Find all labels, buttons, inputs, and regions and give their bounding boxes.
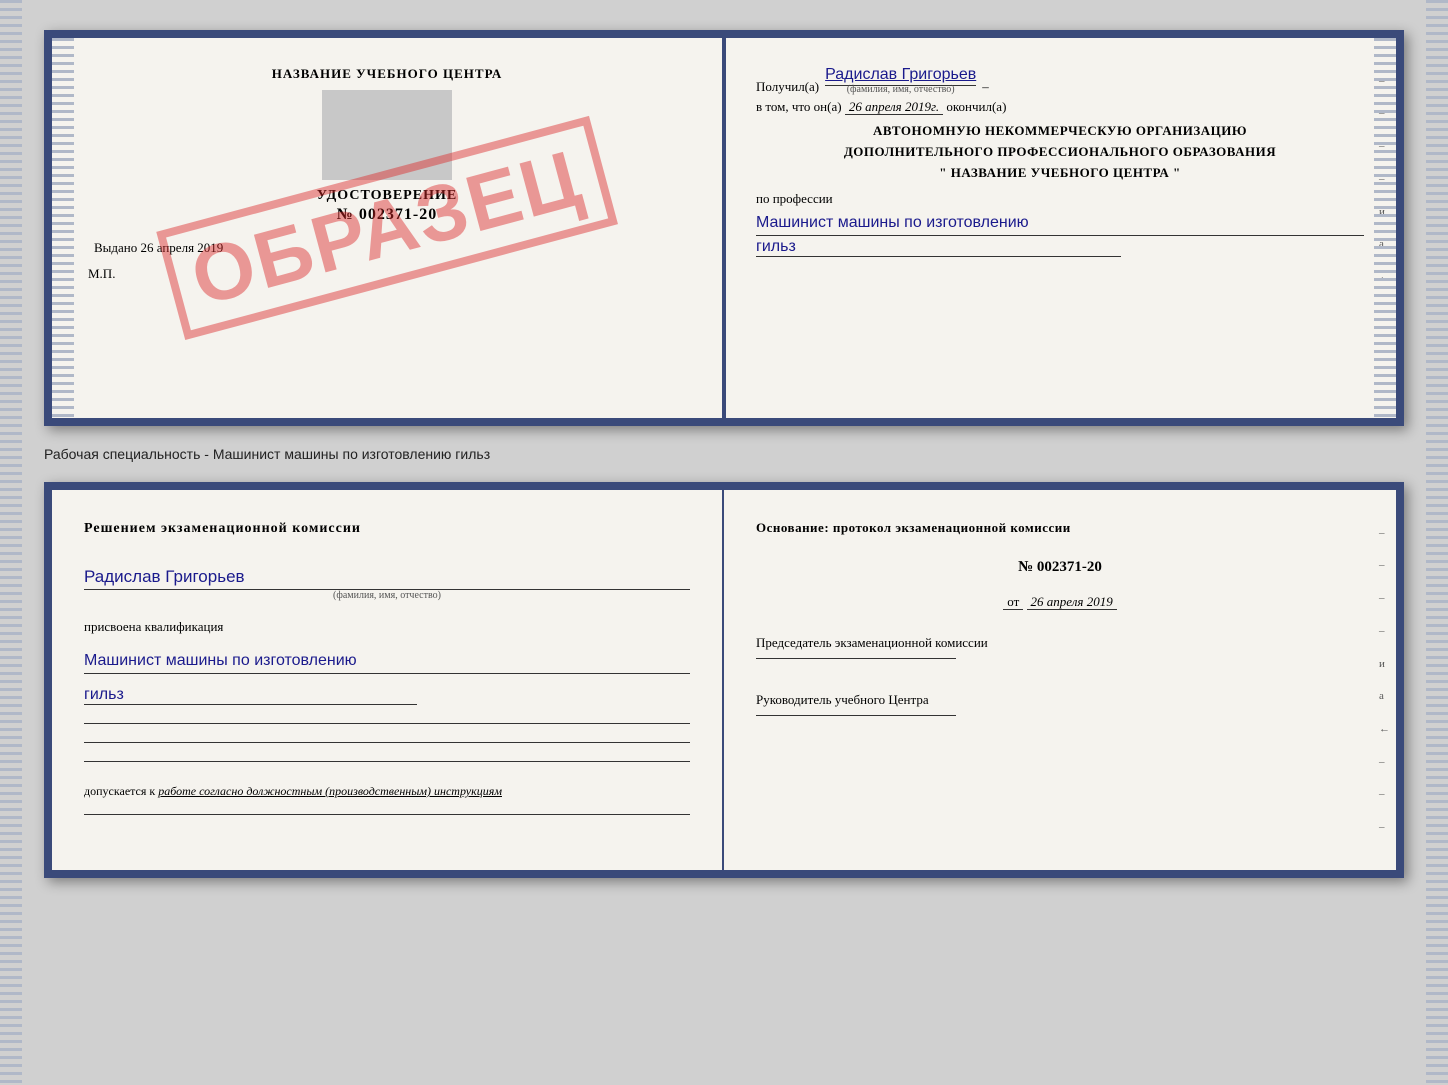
org-block: АВТОНОМНУЮ НЕКОММЕРЧЕСКУЮ ОРГАНИЗАЦИЮ ДО… xyxy=(756,121,1364,183)
received-label: Получил(а) xyxy=(756,79,819,95)
qual-line2: гильз xyxy=(84,686,417,705)
chairman-sign-line xyxy=(756,658,956,659)
basis-block: Основание: протокол экзаменационной коми… xyxy=(756,518,1364,539)
director-label: Руководитель учебного Центра xyxy=(756,689,1364,711)
org-line3: " НАЗВАНИЕ УЧЕБНОГО ЦЕНТРА " xyxy=(756,163,1364,184)
protocol-number: № 002371-20 xyxy=(756,559,1364,576)
fio-subtitle: (фамилия, имя, отчество) xyxy=(825,84,976,95)
issued-label: Выдано xyxy=(94,240,137,255)
side-deco-right: – – – – и а ← – – – xyxy=(1379,510,1390,850)
chairman-label: Председатель экзаменационной комиссии xyxy=(756,632,1364,654)
center-title: НАЗВАНИЕ УЧЕБНОГО ЦЕНТРА xyxy=(84,66,690,82)
cert-number: № 002371-20 xyxy=(84,206,690,224)
date-line: в том, что он(а) 26 апреля 2019г. окончи… xyxy=(756,99,1364,115)
blank-line-3 xyxy=(84,761,690,762)
in-that-date: 26 апреля 2019г. xyxy=(845,99,943,115)
cert-label: УДОСТОВЕРЕНИЕ xyxy=(84,188,690,204)
director-sign-line xyxy=(756,715,956,716)
issued-line: Выдано 26 апреля 2019 xyxy=(84,240,690,256)
bottom-right-page: Основание: протокол экзаменационной коми… xyxy=(724,490,1396,870)
protocol-date: от 26 апреля 2019 xyxy=(756,594,1364,610)
texture-right-bottom xyxy=(1426,0,1448,1085)
org-line1: АВТОНОМНУЮ НЕКОММЕРЧЕСКУЮ ОРГАНИЗАЦИЮ xyxy=(756,121,1364,142)
bottom-left-page: Решением экзаменационной комиссии Радисл… xyxy=(52,490,724,870)
chairman-block: Председатель экзаменационной комиссии xyxy=(756,632,1364,667)
allow-label: допускается к xyxy=(84,784,155,798)
org-line2: ДОПОЛНИТЕЛЬНОГО ПРОФЕССИОНАЛЬНОГО ОБРАЗО… xyxy=(756,142,1364,163)
profession-line1: Машинист машины по изготовлению xyxy=(756,211,1364,236)
finished-label: окончил(а) xyxy=(946,99,1006,114)
in-that-label: в том, что он(а) xyxy=(756,99,842,114)
issued-date: 26 апреля 2019 xyxy=(141,240,224,255)
blank-line-full xyxy=(84,814,690,815)
texture-right xyxy=(1374,38,1396,418)
recipient-line: Получил(а) Радислав Григорьев (фамилия, … xyxy=(756,66,1364,95)
protocol-date-value: 26 апреля 2019 xyxy=(1027,594,1117,610)
assigned-label: присвоена квалификация xyxy=(84,619,690,635)
allow-line: допускается к работе согласно должностны… xyxy=(84,782,690,800)
photo-placeholder xyxy=(322,90,452,180)
separator-label: Рабочая специальность - Машинист машины … xyxy=(44,444,1404,464)
protocol-date-label: от xyxy=(1003,594,1023,610)
decision-title: Решением экзаменационной комиссии xyxy=(84,518,690,539)
director-block: Руководитель учебного Центра xyxy=(756,689,1364,724)
profession-line2: гильз xyxy=(756,238,1121,257)
fio-sub-bottom: (фамилия, имя, отчество) xyxy=(84,590,690,601)
person-name: Радислав Григорьев xyxy=(84,567,690,590)
qual-line1: Машинист машины по изготовлению xyxy=(84,649,690,674)
top-left-page: НАЗВАНИЕ УЧЕБНОГО ЦЕНТРА УДОСТОВЕРЕНИЕ №… xyxy=(52,38,724,418)
texture-left-bottom xyxy=(0,0,22,1085)
top-right-page: Получил(а) Радислав Григорьев (фамилия, … xyxy=(724,38,1396,418)
bottom-document: Решением экзаменационной комиссии Радисл… xyxy=(44,482,1404,878)
blank-line-2 xyxy=(84,742,690,743)
dash-separator: – xyxy=(982,79,989,95)
allow-text: работе согласно должностным (производств… xyxy=(158,784,502,798)
mp-line: М.П. xyxy=(84,266,690,282)
top-document: НАЗВАНИЕ УЧЕБНОГО ЦЕНТРА УДОСТОВЕРЕНИЕ №… xyxy=(44,30,1404,426)
profession-label: по профессии xyxy=(756,191,1364,207)
recipient-name: Радислав Григорьев xyxy=(825,66,976,86)
blank-line-1 xyxy=(84,723,690,724)
